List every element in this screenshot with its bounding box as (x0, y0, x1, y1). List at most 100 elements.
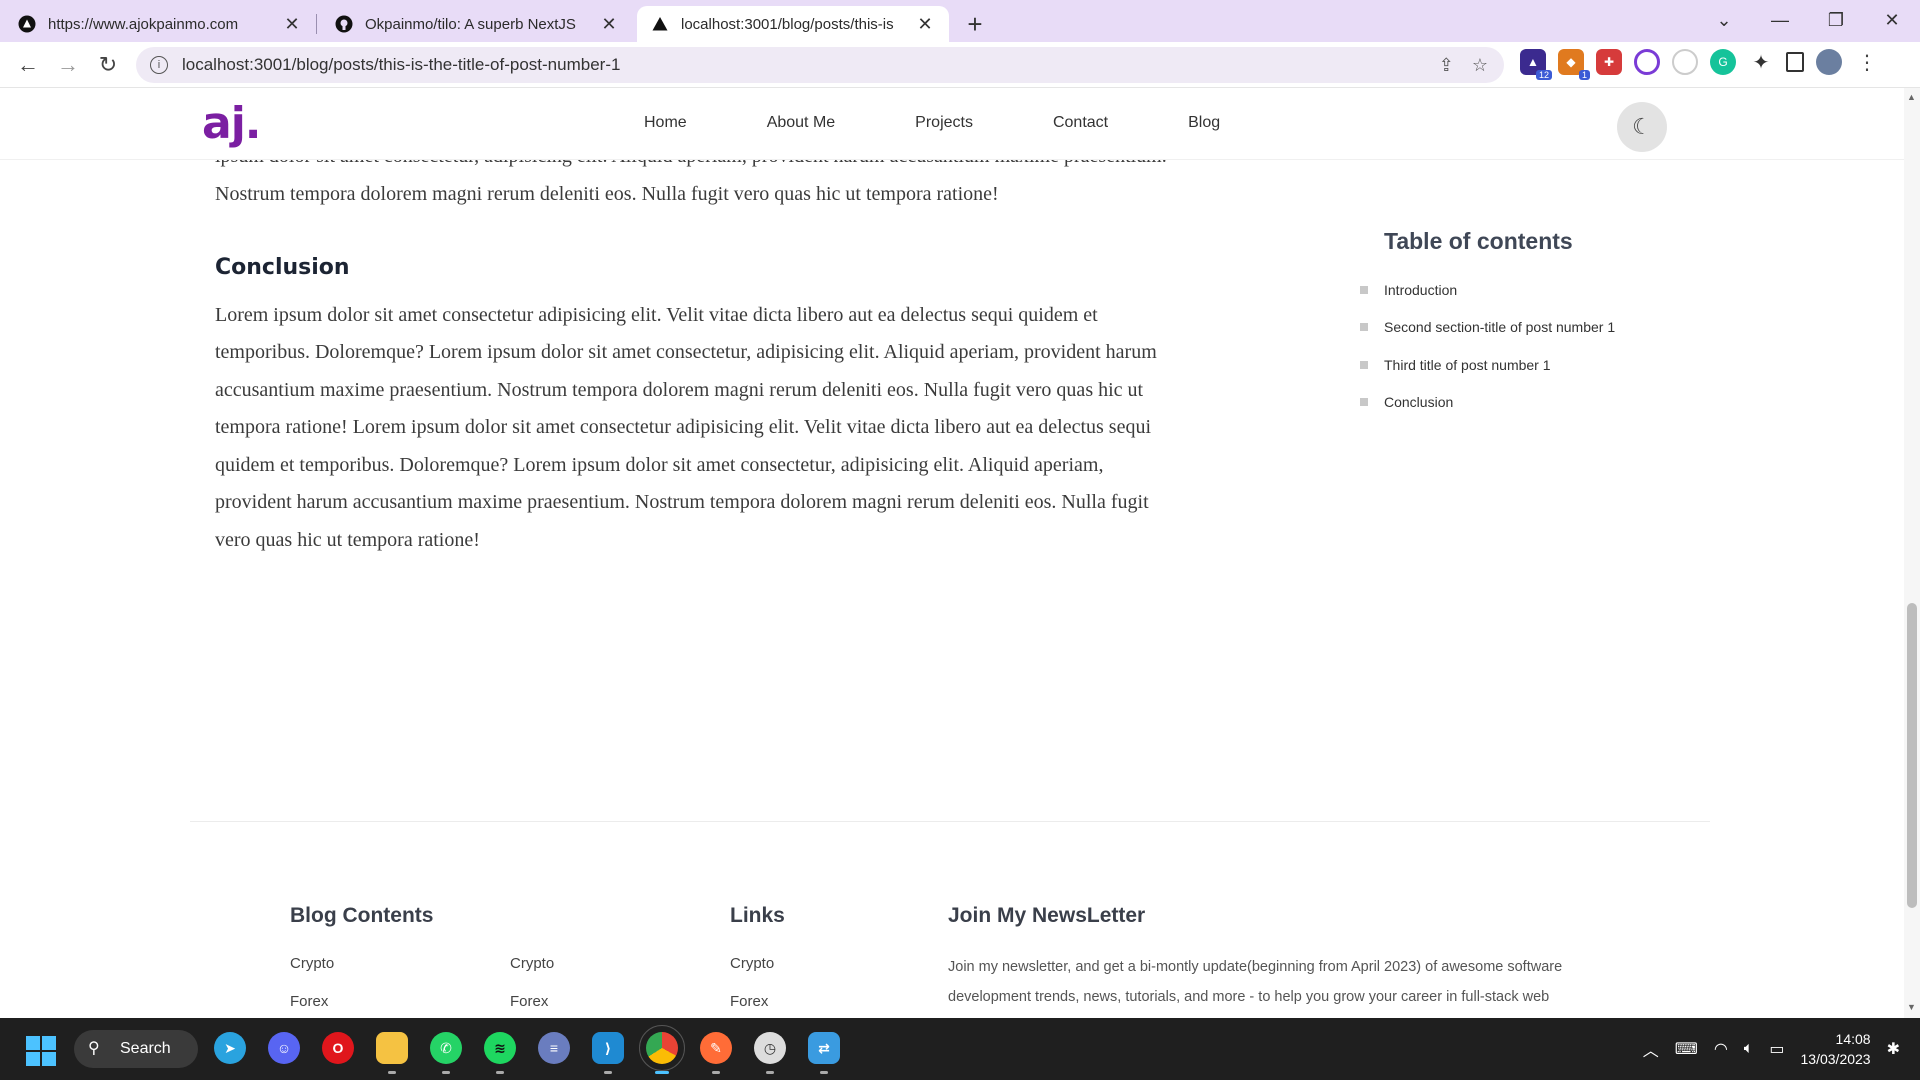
site-logo[interactable]: aj. (202, 98, 261, 149)
battery-icon[interactable]: ▭ (1769, 1039, 1784, 1059)
file-explorer-icon[interactable] (376, 1032, 408, 1074)
window-controls: ⌄ — ❐ ✕ (1696, 0, 1920, 40)
color-picker-icon[interactable] (1634, 49, 1660, 75)
tab-github[interactable]: Okpainmo/tilo: A superb NextJS ✕ (321, 6, 633, 42)
article-body: ipsum dolor sit amet consectetur, adipis… (215, 138, 1175, 559)
windows-taskbar: ⚲ Search ➤ ☺ O ✆ ≋ ≡ ⟩ ✎ ◷ ⇄ ︿ ⌨ ◠ 🔈︎ ▭ … (0, 1018, 1920, 1080)
telegram-icon[interactable]: ➤ (214, 1032, 246, 1064)
toc-item[interactable]: Second section-title of post number 1 (1360, 309, 1615, 347)
bullet-icon (1360, 285, 1368, 294)
taskbar-search[interactable]: ⚲ Search (74, 1030, 198, 1068)
browser-tab-strip: https://www.ajokpainmo.com ✕ Okpainmo/ti… (0, 0, 1920, 42)
footer-blog-contents-title: Blog Contents (290, 904, 434, 927)
conclusion-paragraph: Lorem ipsum dolor sit amet consectetur a… (215, 303, 1157, 551)
conclusion-heading: Conclusion (215, 255, 350, 280)
vercel-icon (651, 15, 669, 33)
toc-item[interactable]: Third title of post number 1 (1360, 346, 1615, 384)
new-tab-button[interactable]: + (957, 6, 993, 42)
discord-icon[interactable]: ☺ (268, 1032, 300, 1064)
vercel-icon (18, 15, 36, 33)
footer-link[interactable]: Crypto (510, 955, 554, 972)
extension-icon[interactable]: ✚ (1596, 49, 1622, 75)
tab-ajokpainmo[interactable]: https://www.ajokpainmo.com ✕ (4, 6, 316, 42)
close-icon[interactable]: ✕ (282, 14, 302, 35)
newsletter-title: Join My NewsLetter (948, 904, 1146, 927)
close-icon[interactable]: ✕ (915, 14, 935, 35)
close-icon[interactable]: ✕ (599, 14, 619, 35)
clock-app-icon[interactable]: ◷ (754, 1032, 786, 1074)
opera-icon[interactable]: O (322, 1032, 354, 1064)
table-of-contents: Table of contents Introduction Second se… (1360, 228, 1615, 421)
nav-contact[interactable]: Contact (1053, 114, 1108, 132)
toc-item[interactable]: Introduction (1360, 271, 1615, 309)
url-text[interactable]: localhost:3001/blog/posts/this-is-the-ti… (182, 55, 1439, 75)
nav-about[interactable]: About Me (767, 114, 835, 132)
close-window-icon[interactable]: ✕ (1864, 10, 1920, 31)
toc-title: Table of contents (1384, 228, 1573, 254)
grammarly-icon[interactable]: G (1710, 49, 1736, 75)
footer-link[interactable]: Crypto (290, 955, 334, 972)
tab-separator (316, 14, 317, 34)
share-icon[interactable]: ⇪ (1439, 55, 1454, 76)
puzzle-icon[interactable]: ✦ (1748, 49, 1774, 75)
footer-divider (190, 821, 1710, 822)
tab-title: https://www.ajokpainmo.com (48, 15, 239, 33)
page-scrollbar[interactable]: ▲ ▼ (1904, 88, 1920, 1018)
restore-icon[interactable]: ❐ (1808, 10, 1864, 31)
vscode-icon[interactable]: ⟩ (592, 1032, 624, 1074)
minimize-icon[interactable]: — (1752, 10, 1808, 31)
footer-link[interactable]: Forex (290, 993, 328, 1010)
vpn-icon[interactable]: ≡ (538, 1032, 570, 1064)
windows-start-icon[interactable] (26, 1036, 56, 1066)
browser-toolbar: ← → ↻ i localhost:3001/blog/posts/this-i… (0, 42, 1920, 88)
remote-desktop-icon[interactable]: ⇄ (808, 1032, 840, 1074)
postman-icon[interactable]: ✎ (700, 1032, 732, 1074)
scroll-thumb[interactable] (1907, 603, 1917, 908)
tab-title: localhost:3001/blog/posts/this-is (681, 15, 894, 33)
tab-title: Okpainmo/tilo: A superb NextJS (365, 15, 576, 33)
footer-link[interactable]: Forex (730, 993, 768, 1010)
side-panel-icon[interactable] (1786, 52, 1804, 72)
site-header: aj. Home About Me Projects Contact Blog … (0, 88, 1904, 160)
extension-icon[interactable] (1672, 49, 1698, 75)
bullet-icon (1360, 398, 1368, 407)
footer-link[interactable]: Forex (510, 993, 548, 1010)
extensions-area: ▲ 12 ◆ 1 ✚ G ✦ ⋮ (1520, 49, 1880, 80)
tab-search-icon[interactable]: ⌄ (1696, 10, 1752, 31)
back-icon[interactable]: ← (8, 45, 48, 85)
avatar[interactable] (1816, 49, 1842, 75)
chrome-icon[interactable] (639, 1025, 685, 1074)
volume-icon[interactable]: 🔈︎ (1744, 1040, 1754, 1058)
newsletter-text: Join my newsletter, and get a bi-montly … (948, 959, 1563, 1005)
clock[interactable]: 14:08 13/03/2023 (1801, 1029, 1871, 1069)
reload-icon[interactable]: ↻ (88, 45, 128, 85)
menu-icon[interactable]: ⋮ (1854, 49, 1880, 75)
notification-icon[interactable]: ✱ (1887, 1039, 1900, 1059)
theme-toggle-button[interactable]: ☾ (1617, 102, 1667, 152)
footer-links-title: Links (730, 904, 785, 927)
toc-item[interactable]: Conclusion (1360, 384, 1615, 422)
bookmark-star-icon[interactable]: ☆ (1472, 55, 1488, 76)
site-nav: Home About Me Projects Contact Blog (644, 114, 1300, 132)
chevron-up-icon[interactable]: ︿ (1643, 1037, 1659, 1061)
keyboard-icon[interactable]: ⌨ (1675, 1039, 1698, 1059)
github-icon (335, 15, 353, 33)
wifi-icon[interactable]: ◠ (1714, 1039, 1728, 1059)
tab-localhost[interactable]: localhost:3001/blog/posts/this-is ✕ (637, 6, 949, 42)
whatsapp-icon[interactable]: ✆ (430, 1032, 462, 1074)
nav-projects[interactable]: Projects (915, 114, 973, 132)
nav-home[interactable]: Home (644, 114, 687, 132)
site-info-icon[interactable]: i (150, 56, 168, 74)
bullet-icon (1360, 360, 1368, 369)
metamask-icon[interactable]: ◆ 1 (1558, 49, 1590, 80)
extension-icon[interactable]: ▲ 12 (1520, 49, 1552, 80)
forward-icon[interactable]: → (48, 45, 88, 85)
address-bar[interactable]: i localhost:3001/blog/posts/this-is-the-… (136, 47, 1504, 83)
spotify-icon[interactable]: ≋ (484, 1032, 516, 1074)
page-viewport: ipsum dolor sit amet consectetur, adipis… (0, 88, 1904, 1018)
scroll-down-icon[interactable]: ▼ (1907, 1002, 1916, 1012)
footer-link[interactable]: Crypto (730, 955, 774, 972)
taskbar-apps: ➤ ☺ O ✆ ≋ ≡ ⟩ ✎ ◷ ⇄ (214, 1025, 840, 1074)
nav-blog[interactable]: Blog (1188, 114, 1220, 132)
scroll-up-icon[interactable]: ▲ (1907, 92, 1916, 102)
